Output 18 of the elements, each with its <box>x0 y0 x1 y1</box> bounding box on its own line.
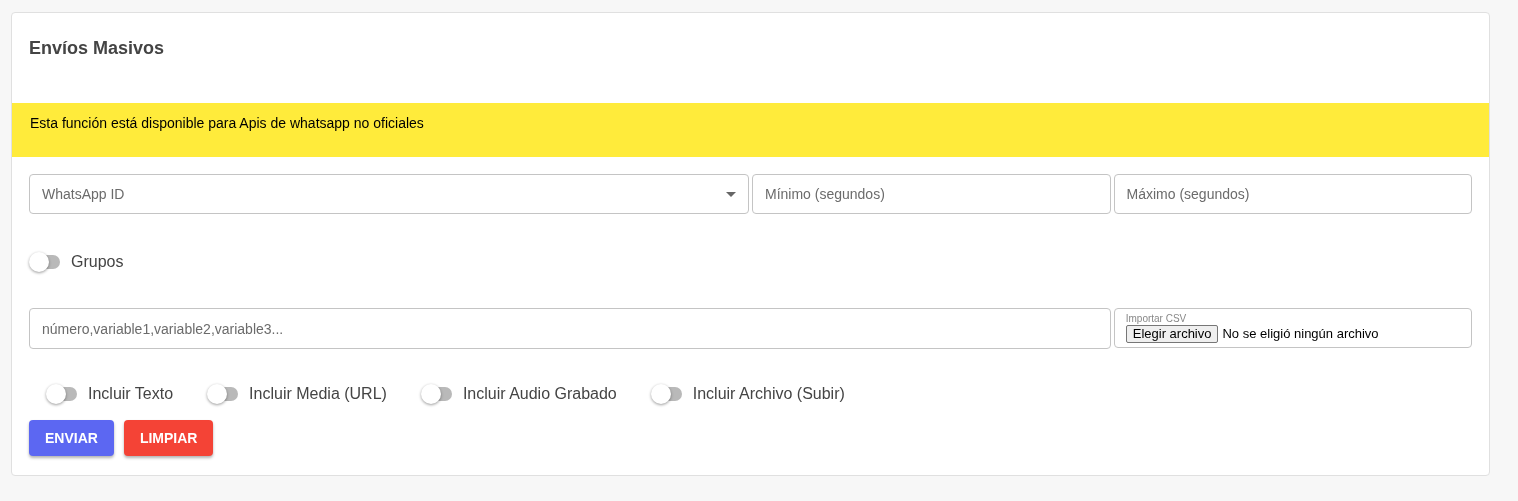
choose-file-button[interactable]: Elegir archivo <box>1125 324 1219 343</box>
clear-button[interactable]: LIMPIAR <box>123 420 214 456</box>
toggle-label: Incluir Audio Grabado <box>462 384 617 404</box>
numbers-field[interactable]: número,variable1,variable2,variable3... <box>29 308 1111 349</box>
text-field[interactable]: Máximo (segundos) <box>1113 174 1472 214</box>
toggle-label: Incluir Archivo (Subir) <box>692 384 845 404</box>
toggle-label: Incluir Media (URL) <box>249 384 387 404</box>
toggle-label: Grupos <box>71 252 124 272</box>
select-field[interactable]: WhatsApp ID <box>29 174 749 214</box>
dropdown-caret-icon <box>726 191 736 197</box>
file-field[interactable]: Importar CSV Elegir archivo No se eligió ningún archivo <box>1113 308 1472 348</box>
send-button[interactable]: ENVIAR <box>29 420 114 456</box>
toggle-label: Incluir Texto <box>88 384 174 404</box>
page-title: Envíos Masivos <box>29 37 166 60</box>
text-field[interactable]: Mínimo (segundos) <box>752 174 1111 214</box>
field-label: Importar CSV <box>1125 312 1188 324</box>
file-status: No se eligió ningún archivo <box>1222 324 1379 343</box>
notice-banner: Esta función está disponible para Apis de whatsapp no oficiales <box>12 103 1489 157</box>
